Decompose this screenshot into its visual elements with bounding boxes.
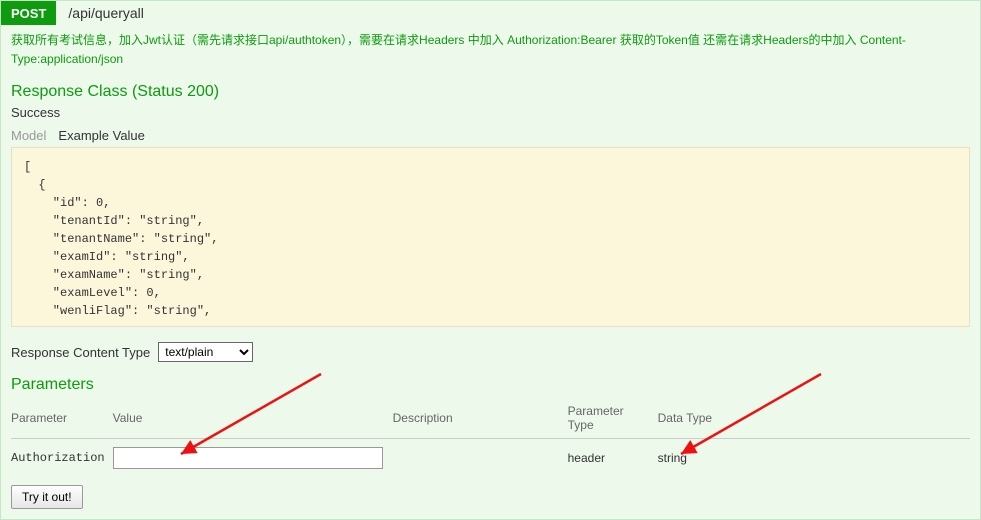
col-header-description: Description: [393, 398, 568, 439]
param-data-type: string: [658, 439, 970, 478]
parameters-header: Parameters: [11, 376, 970, 394]
param-value-input[interactable]: [113, 447, 383, 469]
col-header-parameter-type: Parameter Type: [568, 398, 658, 439]
param-type: header: [568, 439, 658, 478]
param-name: Authorization: [11, 439, 113, 478]
response-content-type-select[interactable]: text/plain: [158, 342, 253, 362]
col-header-parameter: Parameter: [11, 398, 113, 439]
parameters-table: Parameter Value Description Parameter Ty…: [11, 398, 970, 477]
operation-description: 获取所有考试信息，加入Jwt认证（需先请求接口api/authtoken），需要…: [11, 31, 970, 69]
endpoint-path: /api/queryall: [56, 1, 980, 25]
response-status-text: Success: [11, 105, 970, 120]
param-description: [393, 439, 568, 478]
col-header-value: Value: [113, 398, 393, 439]
response-content-type-row: Response Content Type text/plain: [11, 342, 970, 362]
tab-model[interactable]: Model: [11, 128, 46, 143]
example-value-textarea[interactable]: [11, 147, 970, 327]
http-method-badge: POST: [1, 1, 56, 25]
table-row: Authorization header string: [11, 439, 970, 478]
col-header-data-type: Data Type: [658, 398, 970, 439]
response-content-type-label: Response Content Type: [11, 345, 150, 360]
try-it-out-button[interactable]: Try it out!: [11, 485, 83, 509]
operation-header[interactable]: POST /api/queryall: [1, 1, 980, 25]
operation-panel: POST /api/queryall 获取所有考试信息，加入Jwt认证（需先请求…: [0, 0, 981, 520]
response-tabs: Model Example Value: [11, 128, 970, 143]
tab-example-value[interactable]: Example Value: [58, 128, 144, 143]
response-class-header: Response Class (Status 200): [11, 83, 970, 101]
